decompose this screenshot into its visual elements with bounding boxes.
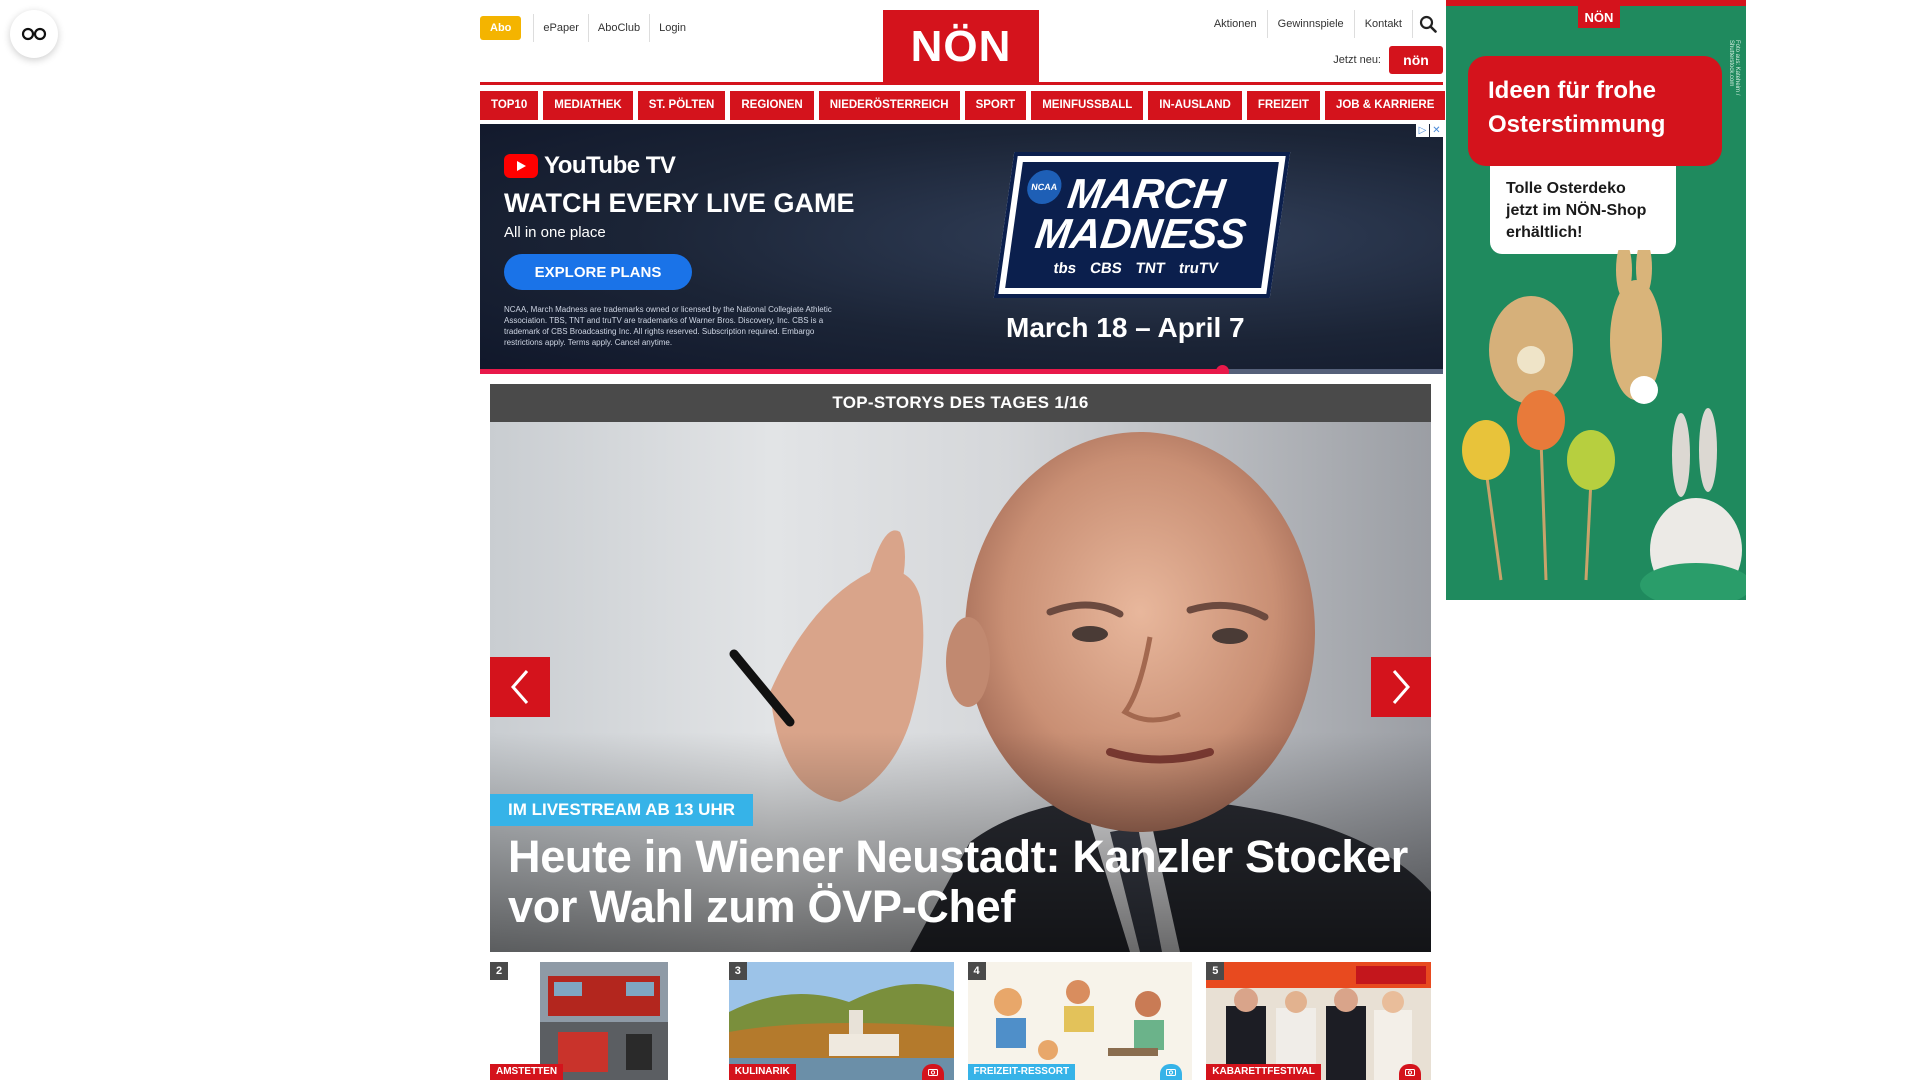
side-ad-headline: Ideen für frohe Osterstimmung	[1468, 56, 1722, 166]
teaser-image	[1206, 962, 1431, 1080]
youtube-tv-brand: YouTube TV	[504, 152, 676, 180]
aboclub-link[interactable]: AboClub	[589, 14, 651, 42]
main-nav: TOP10 MEDIATHEK ST. PÖLTEN REGIONEN NIED…	[480, 82, 1446, 120]
top-links: Abo ePaper AboClub Login	[480, 14, 695, 42]
jetzt-neu: Jetzt neu: nön	[1333, 46, 1443, 74]
livestream-badge: IM LIVESTREAM AB 13 UHR	[490, 794, 754, 826]
nav-st-poelten[interactable]: ST. PÖLTEN	[637, 91, 726, 120]
teaser-category: AMSTETTEN	[490, 1064, 564, 1080]
network-tnt: TNT	[1134, 259, 1167, 277]
teaser-card[interactable]: 4 FREIZEIT-RESSORT	[967, 962, 1193, 1080]
teaser-number: 3	[728, 962, 747, 980]
ad-progress-handle[interactable]	[1215, 365, 1229, 374]
story-teasers: 2 AMSTETTEN 3 KULINARIK 4 FREIZEIT-RESSO…	[490, 962, 1431, 1080]
side-ad-card: Tolle Osterdeko jetzt im NÖN-Shop erhält…	[1490, 166, 1676, 254]
next-story-button[interactable]	[1371, 657, 1431, 717]
aktionen-link[interactable]: Aktionen	[1204, 10, 1268, 38]
youtube-tv-label: YouTube TV	[544, 152, 676, 179]
gewinnspiele-link[interactable]: Gewinnspiele	[1268, 10, 1355, 38]
explore-plans-button[interactable]: EXPLORE PLANS	[504, 254, 692, 290]
gallery-camera-icon	[1399, 1064, 1421, 1080]
kontakt-link[interactable]: Kontakt	[1355, 10, 1413, 38]
nav-top10[interactable]: TOP10	[480, 91, 539, 120]
nav-freizeit[interactable]: FREIZEIT	[1246, 91, 1320, 120]
login-link[interactable]: Login	[650, 14, 695, 42]
ad-choices[interactable]: ▷ ✕	[1416, 124, 1443, 137]
hero-headline[interactable]: Heute in Wiener Neustadt: Kanzler Stocke…	[508, 832, 1418, 932]
top-right-links: Aktionen Gewinnspiele Kontakt	[1204, 10, 1443, 38]
network-trutv: truTV	[1177, 259, 1220, 277]
mini-logo[interactable]: nön	[1389, 46, 1443, 74]
ad-progress-fill	[480, 369, 1222, 374]
ad-subline: All in one place	[504, 224, 606, 241]
nav-meinfussball[interactable]: MEINFUSSBALL	[1031, 91, 1144, 120]
search-button[interactable]	[1413, 10, 1443, 38]
chevron-right-icon	[1392, 670, 1410, 704]
easter-decor-image	[1462, 250, 1746, 600]
network-cbs: CBS	[1088, 259, 1124, 277]
top-stories-header: TOP-STORYS DES TAGES 1/16	[490, 384, 1431, 422]
teaser-image	[967, 962, 1193, 1080]
network-logos: tbs CBS TNT truTV	[1052, 260, 1219, 277]
ad-progress-bar	[480, 365, 1443, 374]
nav-job-karriere[interactable]: JOB & KARRIERE	[1324, 91, 1446, 120]
side-ad-credit: Foto aus: Kateheim / Shutterstock.com	[1728, 40, 1740, 96]
teaser-card[interactable]: 2 AMSTETTEN	[490, 962, 715, 1080]
youtube-play-icon	[504, 154, 538, 178]
jetzt-neu-label: Jetzt neu:	[1333, 54, 1381, 66]
site-header: Abo ePaper AboClub Login NÖN Aktionen Ge…	[480, 0, 1443, 90]
prev-story-button[interactable]	[490, 657, 550, 717]
gallery-camera-icon	[921, 1064, 944, 1080]
hero-story[interactable]: IM LIVESTREAM AB 13 UHR Heute in Wiener …	[490, 422, 1431, 952]
nav-mediathek[interactable]: MEDIATHEK	[543, 91, 633, 120]
teaser-number: 4	[967, 962, 986, 980]
teaser-category: KULINARIK	[728, 1064, 796, 1080]
chevron-left-icon	[511, 670, 529, 704]
page: Abo ePaper AboClub Login NÖN Aktionen Ge…	[0, 0, 1920, 1080]
teaser-card[interactable]: 5 KABARETTFESTIVAL	[1206, 962, 1431, 1080]
eye-glasses-icon	[21, 27, 47, 41]
accessibility-button[interactable]	[10, 10, 58, 58]
search-icon	[1419, 15, 1437, 33]
teaser-number: 5	[1206, 962, 1225, 980]
teaser-category: KABARETTFESTIVAL	[1206, 1064, 1321, 1080]
gallery-camera-icon	[1160, 1064, 1183, 1080]
nav-niederoesterreich[interactable]: NIEDERÖSTERREICH	[818, 91, 960, 120]
nav-sport[interactable]: SPORT	[964, 91, 1027, 120]
teaser-card[interactable]: 3 KULINARIK	[728, 962, 954, 1080]
march-madness-logo: MARCH MADNESS tbs CBS TNT truTV NCAA	[993, 152, 1291, 298]
teaser-category: FREIZEIT-RESSORT	[967, 1064, 1076, 1080]
teaser-number: 2	[490, 962, 508, 980]
ad-dates: March 18 – April 7	[1006, 312, 1245, 343]
site-logo[interactable]: NÖN	[883, 10, 1039, 84]
ad-headline: WATCH EVERY LIVE GAME	[504, 188, 855, 218]
teaser-image	[728, 962, 954, 1080]
epaper-link[interactable]: ePaper	[533, 14, 589, 42]
abo-button[interactable]: Abo	[480, 16, 522, 40]
side-ad[interactable]: NÖN Foto aus: Kateheim / Shutterstock.co…	[1446, 0, 1746, 600]
ad-info-icon[interactable]: ▷	[1416, 124, 1429, 137]
side-ad-logo: NÖN	[1578, 6, 1620, 28]
ad-banner[interactable]: ▷ ✕ YouTube TV WATCH EVERY LIVE GAME All…	[480, 124, 1443, 374]
teaser-image	[540, 962, 668, 1080]
ad-fine-print: NCAA, March Madness are trademarks owned…	[504, 305, 832, 347]
ad-close-icon[interactable]: ✕	[1430, 124, 1443, 137]
network-tbs: tbs	[1052, 259, 1078, 277]
nav-regionen[interactable]: REGIONEN	[730, 91, 814, 120]
nav-in-ausland[interactable]: IN-AUSLAND	[1148, 91, 1242, 120]
